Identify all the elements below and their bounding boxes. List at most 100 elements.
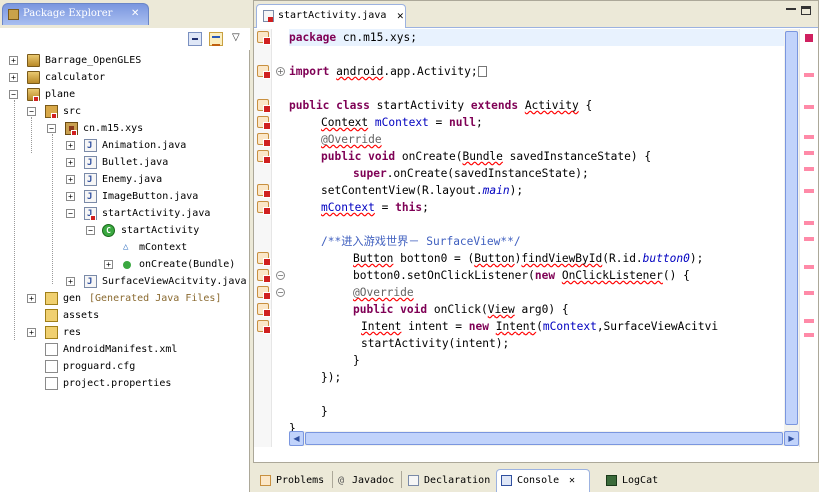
error-marker-icon[interactable] bbox=[257, 31, 271, 45]
error-marker-icon[interactable] bbox=[257, 201, 271, 215]
tree-item-package[interactable]: − cn.m15.xys bbox=[0, 120, 250, 137]
error-marker-icon[interactable] bbox=[257, 286, 271, 300]
tree-item-label: plane bbox=[45, 89, 76, 100]
tab-javadoc[interactable]: @ Javadoc bbox=[333, 469, 399, 492]
tree-item-surfaceviewacitvity-java[interactable]: + SurfaceViewAcitvity.java bbox=[0, 273, 250, 291]
tree-item-src[interactable]: − src bbox=[0, 103, 250, 120]
ruler-error-mark[interactable] bbox=[804, 237, 814, 241]
folded-import-box[interactable] bbox=[477, 66, 487, 77]
package-explorer-tab[interactable]: Package Explorer ✕ bbox=[2, 3, 149, 25]
ruler-error-mark[interactable] bbox=[804, 319, 814, 323]
scroll-right-icon[interactable]: ▶ bbox=[784, 431, 799, 446]
tree-item-bullet-java[interactable]: + Bullet.java bbox=[0, 154, 250, 172]
tab-declaration[interactable]: Declaration bbox=[403, 469, 493, 492]
ruler-error-mark[interactable] bbox=[804, 151, 814, 155]
tree-item-label: cn.m15.xys bbox=[83, 123, 144, 134]
tree-item-startactivity-java[interactable]: − startActivity.java bbox=[0, 205, 250, 223]
horizontal-scrollbar[interactable]: ◀ ▶ bbox=[289, 431, 799, 446]
tree-item-mcontext[interactable]: mContext bbox=[0, 239, 250, 256]
horizontal-scroll-thumb[interactable] bbox=[305, 432, 783, 445]
expand-icon[interactable]: + bbox=[66, 192, 75, 201]
minimize-icon[interactable] bbox=[786, 8, 796, 14]
error-marker-icon[interactable] bbox=[257, 116, 271, 130]
ruler-error-mark[interactable] bbox=[804, 221, 814, 225]
tree-item-gen[interactable]: + gen [Generated Java Files] bbox=[0, 290, 250, 307]
error-marker-icon[interactable] bbox=[257, 320, 271, 334]
console-icon bbox=[501, 475, 512, 486]
collapse-icon[interactable]: − bbox=[47, 124, 56, 133]
fold-expand-icon[interactable]: + bbox=[276, 67, 285, 76]
tree-item-label: Animation.java bbox=[102, 140, 187, 151]
tree-item-plane[interactable]: − plane bbox=[0, 86, 250, 103]
tree-item-label: startActivity bbox=[121, 225, 200, 236]
tree-item-project-properties[interactable]: project.properties bbox=[0, 375, 250, 392]
error-marker-icon[interactable] bbox=[257, 133, 271, 147]
collapse-icon[interactable]: − bbox=[86, 226, 95, 235]
ruler-error-mark[interactable] bbox=[804, 291, 814, 295]
error-marker-icon[interactable] bbox=[257, 184, 271, 198]
tree-item-proguard[interactable]: proguard.cfg bbox=[0, 358, 250, 375]
tab-console[interactable]: Console ✕ bbox=[496, 469, 590, 492]
maximize-icon[interactable] bbox=[801, 6, 811, 15]
tab-label: Javadoc bbox=[352, 475, 395, 486]
expand-icon[interactable]: + bbox=[66, 141, 75, 150]
tree-item-calculator[interactable]: + calculator bbox=[0, 69, 250, 86]
editor-gutter[interactable] bbox=[254, 29, 272, 447]
ruler-error-mark[interactable] bbox=[804, 135, 814, 139]
error-marker-icon[interactable] bbox=[257, 99, 271, 113]
error-marker-icon[interactable] bbox=[257, 269, 271, 283]
error-marker-icon[interactable] bbox=[257, 252, 271, 266]
expand-icon[interactable]: + bbox=[9, 56, 18, 65]
editor-tab-startactivity[interactable]: startActivity.java ✕ bbox=[256, 4, 406, 28]
tree-item-oncreate[interactable]: + onCreate(Bundle) bbox=[0, 256, 250, 273]
tree-item-imagebutton-java[interactable]: + ImageButton.java bbox=[0, 188, 250, 206]
close-icon[interactable]: ✕ bbox=[131, 4, 139, 24]
expand-icon[interactable]: + bbox=[66, 175, 75, 184]
tree-item-label: res bbox=[63, 327, 82, 338]
expand-icon[interactable]: + bbox=[104, 260, 113, 269]
ruler-error-mark[interactable] bbox=[804, 189, 814, 193]
tree-item-androidmanifest[interactable]: AndroidManifest.xml bbox=[0, 341, 250, 358]
close-icon[interactable]: ✕ bbox=[569, 470, 575, 491]
tab-logcat[interactable]: LogCat bbox=[601, 469, 671, 492]
tab-problems[interactable]: Problems bbox=[255, 469, 329, 492]
view-menu-icon[interactable]: ▽ bbox=[232, 32, 240, 43]
scroll-left-icon[interactable]: ◀ bbox=[289, 431, 304, 446]
tree-item-barrage-opengles[interactable]: + Barrage_OpenGLES bbox=[0, 52, 250, 69]
tree-item-animation-java[interactable]: + Animation.java bbox=[0, 137, 250, 155]
tree-item-startactivity-class[interactable]: − C startActivity bbox=[0, 222, 250, 239]
overview-ruler[interactable] bbox=[799, 29, 818, 447]
tree-item-enemy-java[interactable]: + Enemy.java bbox=[0, 171, 250, 189]
code-area[interactable]: package cn.m15.xys; import android.app.A… bbox=[289, 29, 799, 447]
link-with-editor-icon[interactable] bbox=[209, 32, 223, 46]
collapse-icon[interactable]: − bbox=[66, 209, 75, 218]
ruler-error-mark[interactable] bbox=[804, 105, 814, 109]
ruler-error-mark[interactable] bbox=[804, 73, 814, 77]
expand-icon[interactable]: + bbox=[27, 294, 36, 303]
close-icon[interactable]: ✕ bbox=[397, 5, 404, 27]
error-marker-icon[interactable] bbox=[257, 65, 271, 79]
expand-icon[interactable]: + bbox=[66, 158, 75, 167]
collapse-icon[interactable]: − bbox=[9, 90, 18, 99]
vertical-scroll-thumb[interactable] bbox=[785, 31, 798, 425]
tree-item-res[interactable]: + res bbox=[0, 324, 250, 341]
ruler-error-mark[interactable] bbox=[804, 167, 814, 171]
editor-tab-title: startActivity.java bbox=[278, 10, 387, 21]
expand-icon[interactable]: + bbox=[27, 328, 36, 337]
code-line-7: @Override bbox=[321, 133, 382, 146]
ruler-error-mark[interactable] bbox=[804, 333, 814, 337]
ruler-error-mark[interactable] bbox=[804, 265, 814, 269]
error-summary-icon[interactable] bbox=[805, 34, 813, 42]
method-icon bbox=[123, 261, 131, 269]
collapse-all-icon[interactable] bbox=[188, 32, 202, 46]
error-marker-icon[interactable] bbox=[257, 303, 271, 317]
expand-icon[interactable]: + bbox=[9, 73, 18, 82]
fold-collapse-icon[interactable]: − bbox=[276, 288, 285, 297]
collapse-icon[interactable]: − bbox=[27, 107, 36, 116]
vertical-scrollbar[interactable] bbox=[784, 29, 799, 431]
error-marker-icon[interactable] bbox=[257, 150, 271, 164]
expand-icon[interactable]: + bbox=[66, 277, 75, 286]
fold-collapse-icon[interactable]: − bbox=[276, 271, 285, 280]
tree-item-assets[interactable]: assets bbox=[0, 307, 250, 324]
code-line-17: public void onClick(View arg0) { bbox=[353, 303, 569, 316]
